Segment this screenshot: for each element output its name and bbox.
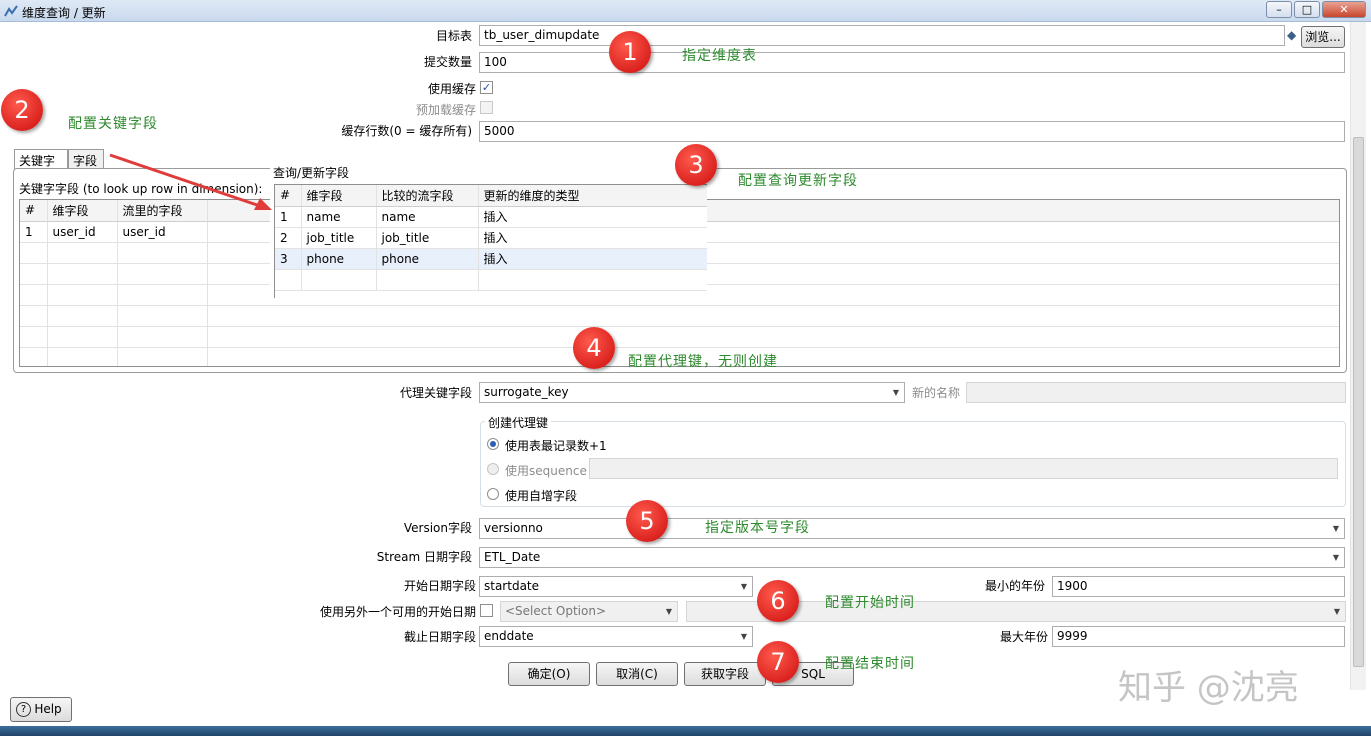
lookup-fields-panel: 查询/更新字段 # 维字段 比较的流字段 更新的维度的类型 1 name name 插入 2… — [270, 158, 707, 298]
max-year-input[interactable]: 9999 — [1052, 626, 1345, 647]
cancel-button[interactable]: 取消(C) — [596, 662, 678, 686]
sequence-input[interactable] — [589, 458, 1338, 479]
min-year-input[interactable]: 1900 — [1052, 576, 1345, 597]
surrogate-key-label: 代理关键字段 — [399, 386, 472, 400]
new-name-label: 新的名称 — [911, 386, 960, 400]
minimize-icon[interactable]: – — [1266, 1, 1292, 18]
chevron-down-icon: ▼ — [892, 388, 900, 397]
target-table-input[interactable]: tb_user_dimupdate — [479, 25, 1285, 46]
stream-date-select[interactable]: ETL_Date ▼ — [479, 547, 1345, 568]
table-row[interactable]: 1 name name 插入 — [275, 206, 707, 228]
stream-date-label: Stream 日期字段 — [376, 550, 472, 564]
annotation-text-7: 配置结束时间 — [825, 656, 915, 672]
commit-size-label: 提交数量 — [423, 55, 472, 69]
start-date-select[interactable]: startdate ▼ — [479, 576, 753, 597]
window-title: 维度查询 / 更新 — [22, 6, 106, 20]
table-row[interactable]: 2 job_title job_title 插入 — [275, 227, 707, 249]
use-cache-checkbox[interactable]: ✓ — [480, 81, 493, 94]
get-fields-button[interactable]: 获取字段 — [684, 662, 766, 686]
app-icon — [4, 5, 18, 17]
table-row[interactable]: 3 phone phone 插入 — [275, 248, 707, 270]
version-label: Version字段 — [403, 521, 472, 535]
vertical-scrollbar[interactable] — [1350, 22, 1366, 690]
annotation-text-3: 配置查询更新字段 — [738, 173, 858, 189]
close-icon[interactable]: ✕ — [1322, 1, 1366, 18]
annotation-text-2: 配置关键字段 — [68, 116, 158, 132]
radio-autoinc-label: 使用自增字段 — [505, 489, 578, 503]
annotation-marker-6: 6 — [757, 580, 799, 622]
col-dim-field[interactable]: 维字段 — [301, 185, 377, 207]
annotation-text-6: 配置开始时间 — [825, 595, 915, 611]
cache-rows-input[interactable]: 5000 — [479, 121, 1345, 142]
radio-sequence-label: 使用sequence — [505, 464, 587, 478]
alt-start-label: 使用另外一个可用的开始日期 — [319, 605, 476, 619]
annotation-marker-2: 2 — [1, 89, 43, 131]
radio-sequence[interactable] — [487, 463, 499, 475]
help-button[interactable]: ? Help — [10, 697, 72, 722]
lookup-fields-label: 查询/更新字段 — [273, 166, 350, 180]
annotation-marker-7: 7 — [757, 641, 799, 683]
end-date-select[interactable]: enddate ▼ — [479, 626, 753, 647]
annotation-text-1: 指定维度表 — [682, 48, 757, 64]
chevron-down-icon: ▼ — [665, 607, 673, 616]
help-icon: ? — [16, 702, 31, 717]
start-date-label: 开始日期字段 — [403, 579, 476, 593]
create-surrogate-title: 创建代理键 — [485, 414, 552, 431]
scrollbar-thumb[interactable] — [1353, 137, 1364, 667]
title-bar: 维度查询 / 更新 – □ ✕ — [0, 0, 1371, 22]
ok-button[interactable]: 确定(O) — [508, 662, 590, 686]
variable-icon: ◆ — [1287, 28, 1297, 42]
taskbar — [0, 726, 1371, 736]
annotation-marker-5: 5 — [626, 500, 668, 542]
annotation-text-4: 配置代理键，无则创建 — [628, 354, 778, 370]
annotation-arrow — [109, 153, 272, 210]
new-name-input[interactable] — [966, 382, 1346, 403]
chevron-down-icon: ▼ — [1332, 553, 1340, 562]
alt-start-checkbox[interactable] — [480, 604, 493, 617]
annotation-marker-1: 1 — [609, 31, 651, 73]
chevron-down-icon: ▼ — [1333, 607, 1341, 616]
target-table-label: 目标表 — [435, 29, 472, 43]
surrogate-key-select[interactable]: surrogate_key ▼ — [479, 382, 905, 403]
chevron-down-icon: ▼ — [1332, 524, 1340, 533]
watermark: 知乎 @沈亮 — [1118, 668, 1299, 708]
end-date-label: 截止日期字段 — [403, 630, 476, 644]
chevron-down-icon: ▼ — [740, 582, 748, 591]
preload-cache-label: 预加载缓存 — [415, 103, 476, 117]
radio-autoinc[interactable] — [487, 488, 499, 500]
radio-table-max[interactable] — [487, 438, 499, 450]
annotation-text-5: 指定版本号字段 — [705, 520, 810, 536]
annotation-marker-3: 3 — [675, 144, 717, 186]
max-year-label: 最大年份 — [999, 630, 1048, 644]
help-label: Help — [34, 702, 62, 716]
version-select[interactable]: versionno ▼ — [479, 518, 1345, 539]
col-update-type[interactable]: 更新的维度的类型 — [478, 185, 707, 207]
tab-keys[interactable]: 关键字 — [14, 149, 68, 169]
preload-cache-checkbox[interactable] — [480, 101, 493, 114]
col-compare-field[interactable]: 比较的流字段 — [376, 185, 479, 207]
lookup-fields-table[interactable]: # 维字段 比较的流字段 更新的维度的类型 1 name name 插入 2 job_titl… — [274, 184, 707, 298]
min-year-label: 最小的年份 — [984, 579, 1045, 593]
annotation-marker-4: 4 — [573, 327, 615, 369]
maximize-icon[interactable]: □ — [1294, 1, 1320, 18]
alt-start-type-select[interactable]: <Select Option> ▼ — [500, 601, 678, 622]
radio-table-max-label: 使用表最记录数+1 — [505, 439, 607, 453]
use-cache-label: 使用缓存 — [427, 82, 476, 96]
cache-rows-label: 缓存行数(0 = 缓存所有) — [341, 124, 472, 138]
chevron-down-icon: ▼ — [740, 632, 748, 641]
tab-fields[interactable]: 字段 — [68, 149, 104, 169]
browse-button[interactable]: 浏览... — [1301, 26, 1345, 48]
